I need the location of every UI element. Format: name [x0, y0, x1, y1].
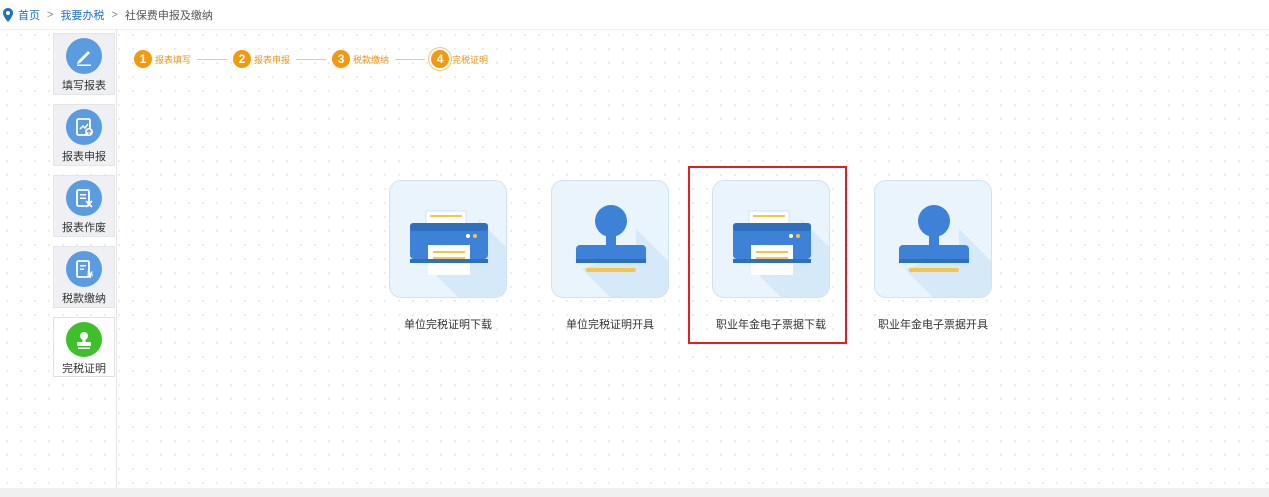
tax-payment-icon: ¥: [66, 251, 102, 287]
sidebar-item-fill-report[interactable]: 填写报表: [53, 33, 115, 95]
sidebar-item-label: 完税证明: [62, 363, 106, 375]
card-label: 单位完税证明开具: [566, 319, 654, 331]
step-connector: [296, 58, 327, 60]
step-number: 4: [431, 50, 450, 68]
step-3: 3 税款缴纳: [332, 50, 431, 68]
breadcrumb-separator: >: [47, 8, 54, 21]
step-label: 完税证明: [452, 54, 489, 65]
step-label: 报表申报: [254, 54, 291, 65]
breadcrumb-separator: >: [111, 8, 118, 21]
step-4: 4 完税证明: [431, 50, 488, 68]
step-connector: [197, 58, 228, 60]
card-label: 职业年金电子票据下载: [716, 319, 826, 331]
stamp-icon: [551, 180, 669, 298]
step-1: 1 报表填写: [134, 50, 233, 68]
step-number: 3: [332, 50, 351, 68]
breadcrumb-tax-link[interactable]: 我要办税: [60, 7, 104, 23]
stamp-icon: [874, 180, 992, 298]
svg-text:¥: ¥: [87, 271, 94, 280]
sidebar-item-void-report[interactable]: 报表作废: [53, 175, 115, 237]
printer-icon: [712, 180, 830, 298]
upload-report-icon: [66, 109, 102, 145]
card-company-certificate-download[interactable]: 单位完税证明下载: [388, 180, 508, 332]
stamp-icon: [66, 322, 102, 357]
sidebar-item-tax-payment[interactable]: ¥ 税款缴纳: [53, 246, 115, 308]
card-annuity-receipt-download[interactable]: 职业年金电子票据下载: [711, 180, 831, 332]
breadcrumb: 首页 > 我要办税 > 社保费申报及缴纳: [0, 0, 1269, 30]
void-report-icon: [66, 180, 102, 216]
card-annuity-receipt-issue[interactable]: 职业年金电子票据开具: [873, 180, 993, 332]
breadcrumb-home-link[interactable]: 首页: [18, 7, 40, 23]
card-label: 单位完税证明下载: [404, 319, 492, 331]
sidebar-item-tax-certificate[interactable]: 完税证明: [53, 317, 115, 377]
progress-steps: 1 报表填写 2 报表申报 3 税款缴纳 4 完税证明: [134, 48, 488, 70]
breadcrumb-current: 社保费申报及缴纳: [124, 9, 213, 22]
pencil-icon: [66, 38, 102, 74]
location-pin-icon: [3, 7, 13, 22]
step-number: 1: [134, 50, 152, 68]
sidebar-item-label: 报表作废: [62, 222, 106, 234]
sidebar-item-label: 填写报表: [62, 80, 106, 92]
sidebar: 填写报表 报表申报 报表作废 ¥ 税款缴纳 完税证明: [52, 30, 117, 488]
step-connector: [395, 58, 426, 60]
card-company-certificate-issue[interactable]: 单位完税证明开具: [550, 180, 670, 332]
step-label: 税款缴纳: [353, 54, 390, 65]
sidebar-item-submit-report[interactable]: 报表申报: [53, 104, 115, 166]
step-number: 2: [233, 50, 252, 68]
bottom-bar: [0, 488, 1269, 497]
printer-icon: [389, 180, 507, 298]
sidebar-item-label: 税款缴纳: [62, 293, 106, 305]
step-2: 2 报表申报: [233, 50, 332, 68]
card-label: 职业年金电子票据开具: [878, 319, 988, 331]
step-label: 报表填写: [155, 54, 192, 65]
sidebar-item-label: 报表申报: [62, 151, 106, 163]
